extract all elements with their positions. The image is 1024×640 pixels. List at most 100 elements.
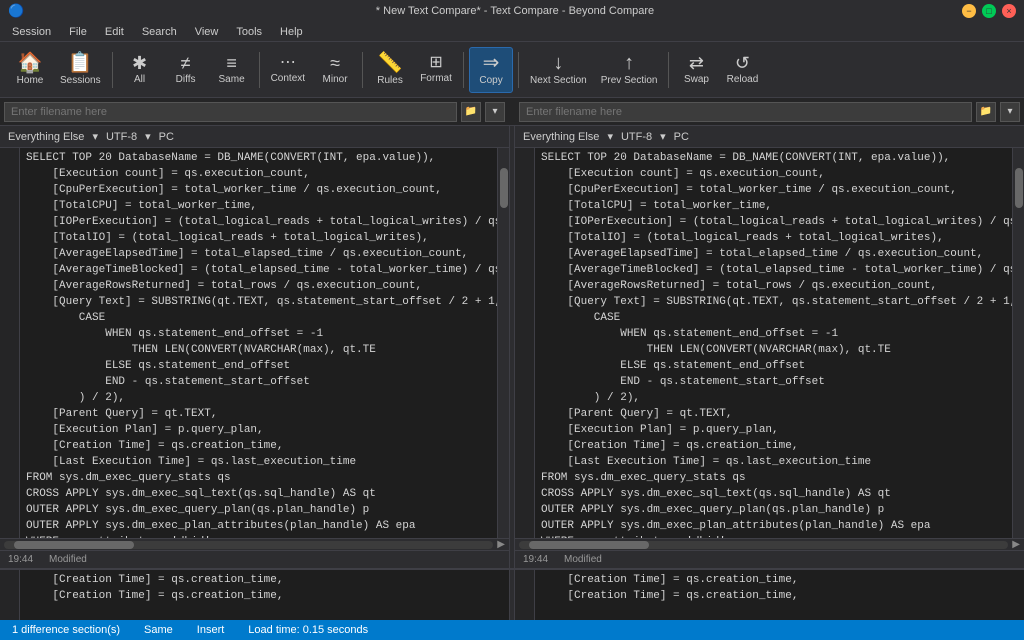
left-scrollbar-thumb[interactable] bbox=[500, 168, 508, 208]
same-status: Same bbox=[144, 624, 173, 636]
right-filter-label: Everything Else bbox=[523, 131, 599, 143]
left-folder-button[interactable]: 📁 bbox=[461, 102, 481, 122]
left-filter-arrow: ▾ bbox=[92, 130, 98, 143]
left-editor-header: Everything Else ▾ UTF-8 ▾ PC bbox=[0, 126, 509, 148]
left-scrollbar[interactable] bbox=[497, 148, 509, 538]
next-section-button[interactable]: ↓ Next Section bbox=[524, 47, 593, 93]
diff-sections-status: 1 difference section(s) bbox=[12, 624, 120, 636]
left-editor-body: ▶ SELECT TOP 20 DatabaseName = DB_NAME(C… bbox=[0, 148, 509, 538]
right-scrollbar-thumb[interactable] bbox=[1015, 168, 1023, 208]
same-button[interactable]: ≡ Same bbox=[210, 47, 254, 93]
window-title: * New Text Compare* - Text Compare - Bey… bbox=[68, 5, 962, 17]
sessions-button[interactable]: 📋 Sessions bbox=[54, 47, 107, 93]
right-encoding-arrow: ▾ bbox=[660, 130, 666, 143]
right-editor-body: ▶ SELECT TOP 20 DatabaseName = DB_NAME(C… bbox=[515, 148, 1024, 538]
right-scrollbar-h[interactable]: ▶ bbox=[515, 538, 1024, 550]
prev-section-button[interactable]: ↑ Prev Section bbox=[595, 47, 664, 93]
menu-view[interactable]: View bbox=[187, 24, 227, 40]
right-dropdown-button[interactable]: ▾ bbox=[1000, 102, 1020, 122]
left-scroll-end: ▶ bbox=[497, 539, 509, 550]
title-bar: 🔵 * New Text Compare* - Text Compare - B… bbox=[0, 0, 1024, 22]
left-line-ending: PC bbox=[159, 131, 174, 143]
diffs-label: Diffs bbox=[176, 74, 196, 85]
left-filter-label: Everything Else bbox=[8, 131, 84, 143]
menu-bar: Session File Edit Search View Tools Help bbox=[0, 22, 1024, 42]
file-bar: 📁 ▾ 📁 ▾ bbox=[0, 98, 1024, 126]
bottom-preview-bar: [Creation Time] = qs.creation_time, [Cre… bbox=[0, 568, 1024, 620]
swap-icon: ⇄ bbox=[689, 54, 704, 72]
right-encoding: UTF-8 bbox=[621, 131, 652, 143]
right-editor-pane: Everything Else ▾ UTF-8 ▾ PC ▶ SELECT TO… bbox=[515, 126, 1024, 568]
all-button[interactable]: ✱ All bbox=[118, 47, 162, 93]
right-line-col: 19:44 bbox=[523, 554, 548, 565]
same-icon: ≡ bbox=[226, 54, 237, 72]
right-filename-input[interactable] bbox=[519, 102, 972, 122]
menu-tools[interactable]: Tools bbox=[228, 24, 270, 40]
diffs-icon: ≠ bbox=[181, 54, 191, 72]
right-h-thumb[interactable] bbox=[529, 541, 649, 549]
sessions-icon: 📋 bbox=[68, 53, 93, 73]
separator-2 bbox=[259, 52, 260, 88]
same-label: Same bbox=[219, 74, 245, 85]
right-folder-button[interactable]: 📁 bbox=[976, 102, 996, 122]
window-controls[interactable]: − □ × bbox=[962, 4, 1016, 18]
bottom-left-pane: [Creation Time] = qs.creation_time, [Cre… bbox=[20, 570, 509, 620]
swap-button[interactable]: ⇄ Swap bbox=[674, 47, 718, 93]
load-time: Load time: 0.15 seconds bbox=[248, 624, 368, 636]
menu-edit[interactable]: Edit bbox=[97, 24, 132, 40]
bottom-right-pane: [Creation Time] = qs.creation_time, [Cre… bbox=[535, 570, 1024, 620]
right-status: 19:44 Modified bbox=[515, 550, 1024, 568]
reload-button[interactable]: ↺ Reload bbox=[720, 47, 764, 93]
context-icon: ⋯ bbox=[280, 55, 296, 71]
copy-label: Copy bbox=[479, 75, 502, 86]
app-icon: 🔵 bbox=[8, 3, 24, 18]
window-icon-area: 🔵 bbox=[8, 3, 68, 19]
bottom-right-gutter bbox=[515, 570, 535, 620]
all-icon: ✱ bbox=[132, 54, 147, 72]
home-button[interactable]: 🏠 Home bbox=[8, 47, 52, 93]
maximize-button[interactable]: □ bbox=[982, 4, 996, 18]
right-code-area[interactable]: SELECT TOP 20 DatabaseName = DB_NAME(CON… bbox=[535, 148, 1012, 538]
right-gutter: ▶ bbox=[515, 148, 535, 538]
left-line-col: 19:44 bbox=[8, 554, 33, 565]
insert-mode: Insert bbox=[197, 624, 225, 636]
left-scrollbar-h[interactable]: ▶ bbox=[0, 538, 509, 550]
left-editor-pane: Everything Else ▾ UTF-8 ▾ PC ▶ SELECT TO… bbox=[0, 126, 509, 568]
minor-icon: ≈ bbox=[330, 54, 340, 72]
format-button[interactable]: ⊞ Format bbox=[414, 47, 458, 93]
home-label: Home bbox=[17, 75, 44, 86]
right-scrollbar[interactable] bbox=[1012, 148, 1024, 538]
bottom-left-gutter bbox=[0, 570, 20, 620]
menu-session[interactable]: Session bbox=[4, 24, 59, 40]
context-button[interactable]: ⋯ Context bbox=[265, 47, 311, 93]
menu-file[interactable]: File bbox=[61, 24, 95, 40]
prev-section-label: Prev Section bbox=[601, 75, 658, 86]
left-code-area[interactable]: SELECT TOP 20 DatabaseName = DB_NAME(CON… bbox=[20, 148, 497, 538]
right-filter-arrow: ▾ bbox=[607, 130, 613, 143]
menu-search[interactable]: Search bbox=[134, 24, 185, 40]
menu-help[interactable]: Help bbox=[272, 24, 311, 40]
left-encoding: UTF-8 bbox=[106, 131, 137, 143]
right-h-track bbox=[519, 541, 1008, 549]
separator-5 bbox=[518, 52, 519, 88]
next-section-icon: ↓ bbox=[553, 53, 563, 73]
toolbar: 🏠 Home 📋 Sessions ✱ All ≠ Diffs ≡ Same ⋯… bbox=[0, 42, 1024, 98]
minor-button[interactable]: ≈ Minor bbox=[313, 47, 357, 93]
separator-1 bbox=[112, 52, 113, 88]
reload-label: Reload bbox=[727, 74, 759, 85]
minimize-button[interactable]: − bbox=[962, 4, 976, 18]
rules-label: Rules bbox=[377, 75, 403, 86]
all-label: All bbox=[134, 74, 145, 85]
copy-icon: ⇒ bbox=[483, 53, 500, 73]
rules-button[interactable]: 📏 Rules bbox=[368, 47, 412, 93]
copy-button[interactable]: ⇒ Copy bbox=[469, 47, 513, 93]
reload-icon: ↺ bbox=[735, 54, 750, 72]
left-h-thumb[interactable] bbox=[14, 541, 134, 549]
separator-4 bbox=[463, 52, 464, 88]
sessions-label: Sessions bbox=[60, 75, 101, 86]
close-button[interactable]: × bbox=[1002, 4, 1016, 18]
left-dropdown-button[interactable]: ▾ bbox=[485, 102, 505, 122]
format-label: Format bbox=[420, 73, 452, 84]
left-filename-input[interactable] bbox=[4, 102, 457, 122]
diffs-button[interactable]: ≠ Diffs bbox=[164, 47, 208, 93]
